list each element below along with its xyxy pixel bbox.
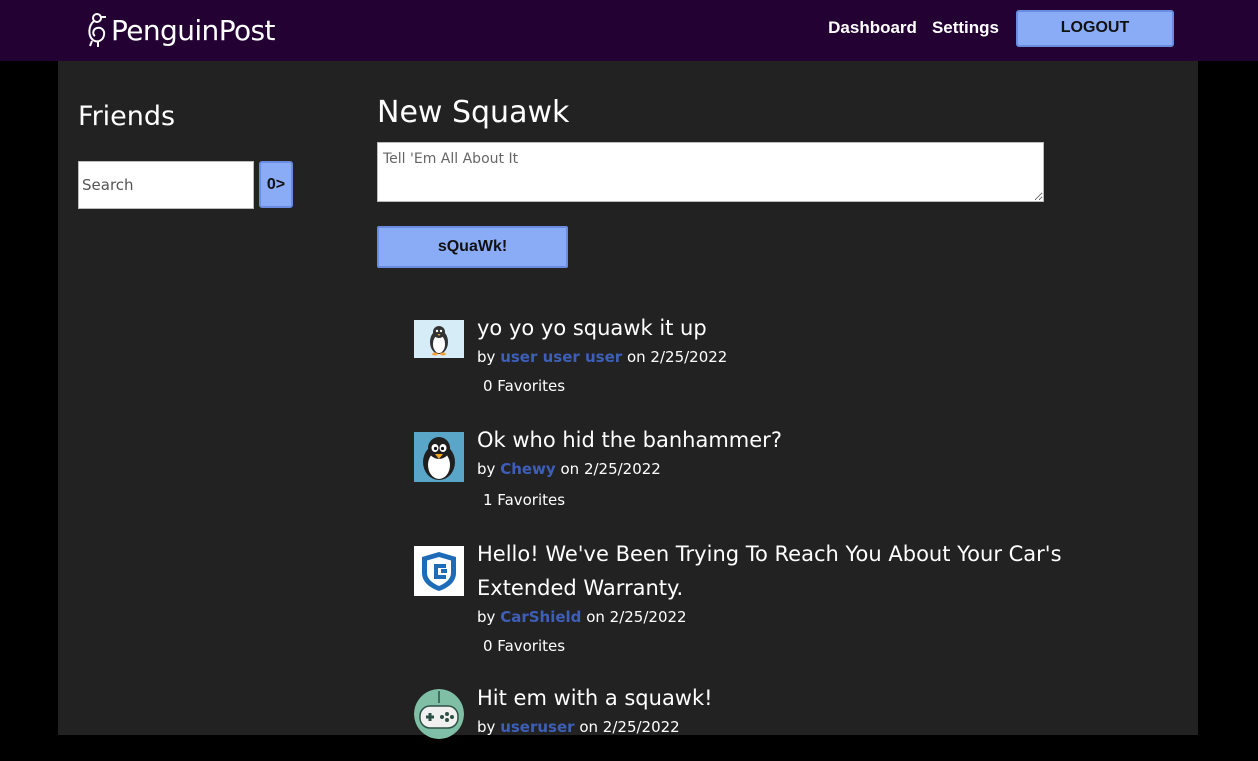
squawk-post: Hello! We've Been Trying To Reach You Ab… — [414, 537, 1154, 681]
favorites-count[interactable]: 0 Favorites — [477, 374, 1154, 398]
post-date: 2/25/2022 — [583, 460, 661, 478]
post-text: yo yo yo squawk it up — [477, 316, 707, 340]
gamepad-icon[interactable] — [414, 689, 464, 739]
post-date: 2/25/2022 — [602, 718, 680, 736]
by-label: by — [477, 348, 496, 366]
main-panel: Friends 0> New Squawk sQuaWk! — [58, 61, 1198, 739]
squawk-textarea[interactable] — [377, 142, 1044, 202]
squawk-post: yo yo yo squawk it up by user user user … — [414, 311, 1154, 423]
on-label: on — [586, 608, 605, 626]
post-author-link[interactable]: CarShield — [500, 608, 581, 626]
shield-logo-icon[interactable] — [414, 546, 464, 596]
by-label: by — [477, 608, 496, 626]
post-meta: by Chewy on 2/25/2022 — [477, 457, 1154, 481]
post-text: Ok who hid the banhammer? — [477, 428, 782, 452]
post-meta: by CarShield on 2/25/2022 — [477, 605, 1154, 629]
on-label: on — [560, 460, 580, 478]
post-author-link[interactable]: useruser — [500, 718, 574, 736]
post-meta: by user user user on 2/25/2022 — [477, 345, 1154, 369]
post-date: 2/25/2022 — [609, 608, 687, 626]
by-label: by — [477, 460, 496, 478]
post-author-link[interactable]: Chewy — [500, 460, 556, 478]
penguin-logo-icon — [88, 13, 106, 47]
nav-dashboard-link[interactable]: Dashboard — [828, 18, 917, 38]
friends-search-input[interactable] — [78, 161, 254, 209]
logo-link[interactable]: PenguinPost — [84, 10, 275, 50]
squawk-post: Ok who hid the banhammer? by Chewy on 2/… — [414, 423, 1154, 537]
squawk-feed: yo yo yo squawk it up by user user user … — [414, 311, 1154, 761]
favorites-count[interactable]: 0 Favorites — [477, 634, 1154, 658]
by-label: by — [477, 718, 496, 736]
friends-search-button[interactable]: 0> — [259, 161, 293, 208]
logo-text: PenguinPost — [111, 13, 275, 47]
on-label: on — [626, 348, 646, 366]
post-text: Hello! We've Been Trying To Reach You Ab… — [477, 542, 1062, 600]
nav-settings-link[interactable]: Settings — [932, 18, 999, 38]
main-nav: Dashboard Settings LOGOUT — [828, 9, 1174, 47]
favorites-count[interactable]: 1 Favorites — [477, 488, 1154, 512]
post-author-link[interactable]: user user user — [500, 348, 622, 366]
new-squawk-heading: New Squawk — [377, 95, 570, 130]
penguin-avatar-icon[interactable] — [414, 320, 464, 358]
logout-button[interactable]: LOGOUT — [1016, 9, 1174, 47]
post-meta: by useruser on 2/25/2022 — [477, 715, 1154, 739]
squawk-submit-button[interactable]: sQuaWk! — [377, 226, 568, 268]
post-text: Hit em with a squawk! — [477, 686, 713, 710]
penguin-avatar-icon[interactable] — [414, 432, 464, 482]
on-label: on — [579, 718, 599, 736]
top-navbar: PenguinPost Dashboard Settings LOGOUT — [0, 0, 1258, 61]
friends-heading: Friends — [78, 101, 176, 132]
post-date: 2/25/2022 — [650, 348, 728, 366]
squawk-post: Hit em with a squawk! by useruser on 2/2… — [414, 681, 1154, 761]
